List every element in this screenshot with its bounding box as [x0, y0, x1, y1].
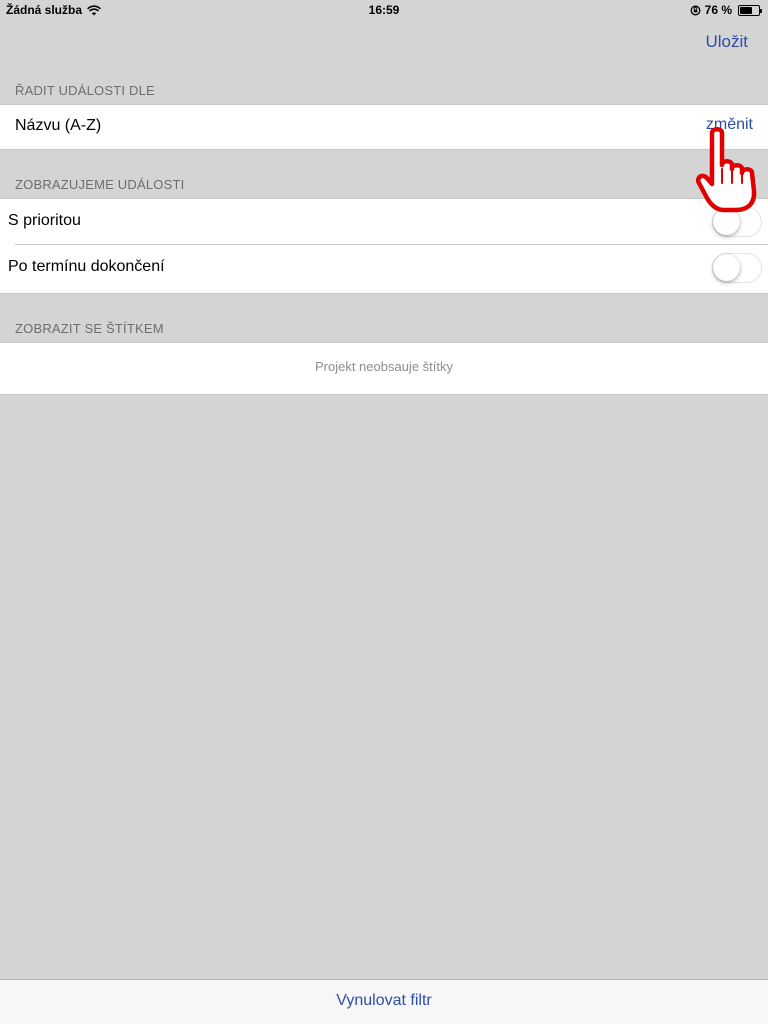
- priority-row: S prioritou: [0, 199, 768, 245]
- tag-section-header: ZOBRAZIT SE ŠTÍTKEM: [15, 321, 164, 336]
- no-tags-message: Projekt neobsauje štítky: [314, 359, 454, 374]
- sort-group: Názvu (A-Z) změnit: [0, 104, 768, 150]
- sort-row: Názvu (A-Z) změnit: [0, 105, 768, 150]
- battery-icon: [738, 4, 762, 16]
- sort-value: Názvu (A-Z): [15, 117, 102, 134]
- battery-fill: [740, 6, 752, 14]
- save-button[interactable]: Uložit: [705, 32, 748, 52]
- battery-percent: 76 %: [704, 3, 732, 17]
- status-bar: Žádná služba 16:59 76 %: [0, 0, 768, 20]
- priority-label: S prioritou: [8, 212, 81, 229]
- reset-filter-button[interactable]: Vynulovat filtr: [0, 992, 768, 1010]
- status-time: 16:59: [368, 3, 400, 17]
- pointing-hand-icon: [696, 127, 757, 213]
- deadline-toggle[interactable]: [712, 253, 762, 283]
- screen: Žádná služba 16:59 76 % Uložit ŘADIT UDÁ…: [0, 0, 768, 1024]
- rotation-lock-icon: [690, 5, 701, 15]
- status-right: 76 %: [690, 3, 762, 17]
- sort-section-header: ŘADIT UDÁLOSTI DLE: [15, 83, 155, 98]
- tag-group: Projekt neobsauje štítky: [0, 342, 768, 395]
- deadline-toggle-knob: [713, 254, 740, 281]
- display-section-header: ZOBRAZUJEME UDÁLOSTI: [15, 177, 185, 192]
- battery-tip: [760, 8, 762, 13]
- nav-bar: Uložit: [0, 20, 768, 65]
- deadline-row: Po termínu dokončení: [0, 245, 768, 291]
- deadline-label: Po termínu dokončení: [8, 258, 165, 275]
- display-group: S prioritou Po termínu dokončení: [0, 198, 768, 294]
- bottom-toolbar: Vynulovat filtr: [0, 979, 768, 1024]
